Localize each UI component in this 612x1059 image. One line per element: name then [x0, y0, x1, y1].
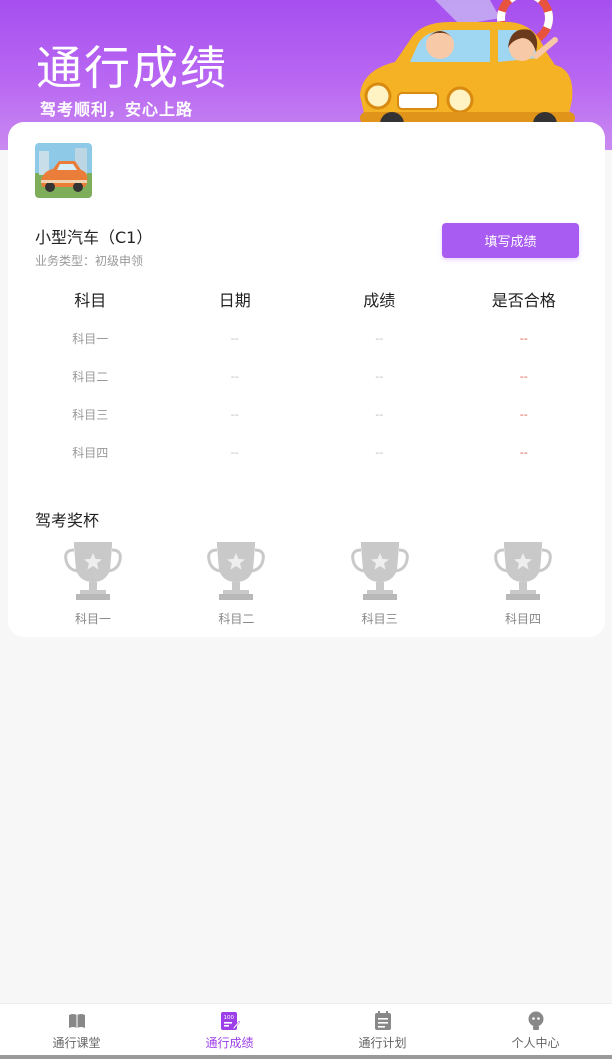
- column-header-date: 日期: [218, 291, 251, 310]
- tab-plan[interactable]: 通行计划: [306, 1004, 459, 1055]
- cell-subject: 科目二: [72, 370, 109, 384]
- plan-icon: [372, 1010, 394, 1032]
- business-type-label: 业务类型：初级申领: [35, 254, 144, 268]
- cell-subject: 科目四: [72, 446, 109, 460]
- trophy-label: 科目二: [218, 612, 255, 626]
- page-subtitle: 驾考顺利，安心上路: [40, 100, 194, 119]
- trophy-icon: [64, 542, 122, 600]
- score-icon: 100: [219, 1010, 241, 1032]
- fill-score-button[interactable]: 填写成绩: [442, 223, 579, 258]
- trophy-label: 科目四: [504, 612, 541, 626]
- trophy-icon: [350, 542, 409, 600]
- trophy-item: 科目二: [191, 540, 281, 627]
- tab-label: 通行成绩: [205, 1036, 254, 1050]
- table-row: 科目二 -- -- --: [18, 358, 596, 396]
- license-score-card: 小型汽车（C1） 业务类型：初级申领 填写成绩 科目 日期 成绩 是否合格 科目…: [8, 122, 605, 637]
- book-icon: [66, 1010, 88, 1032]
- cell-score: --: [375, 408, 384, 421]
- trophy-list: 科目一 科目二 科目三 科目四: [18, 540, 598, 627]
- trophy-label: 科目一: [74, 612, 111, 626]
- bottom-tab-bar: 通行课堂 100 通行成绩 通行计划 个人中心: [0, 1003, 612, 1055]
- cell-score: --: [375, 446, 384, 459]
- cell-date: --: [230, 332, 239, 345]
- tab-label: 个人中心: [511, 1036, 560, 1050]
- cell-date: --: [230, 446, 239, 459]
- cell-date: --: [230, 408, 239, 421]
- cell-pass: --: [519, 332, 528, 345]
- tab-scores[interactable]: 100 通行成绩: [153, 1004, 306, 1055]
- page-title: 通行成绩: [36, 41, 228, 95]
- cell-pass: --: [519, 446, 528, 459]
- tab-label: 通行计划: [358, 1036, 407, 1050]
- license-type-title: 小型汽车（C1）: [35, 228, 153, 247]
- score-table: 科目 日期 成绩 是否合格 科目一 -- -- -- 科目二 -- -- -- …: [18, 282, 596, 472]
- cell-pass: --: [519, 408, 528, 421]
- car-thumbnail-image: [35, 143, 92, 198]
- table-row: 科目三 -- -- --: [18, 396, 596, 434]
- cell-score: --: [375, 332, 384, 345]
- user-icon: [525, 1010, 547, 1032]
- trophy-item: 科目四: [478, 540, 568, 627]
- cell-score: --: [375, 370, 384, 383]
- trophy-label: 科目三: [361, 612, 398, 626]
- trophy-item: 科目三: [335, 540, 425, 627]
- trophy-icon: [207, 542, 266, 600]
- cartoon-car-illustration: [360, 0, 575, 130]
- column-header-score: 成绩: [363, 291, 396, 310]
- cell-subject: 科目一: [72, 332, 109, 346]
- cell-date: --: [230, 370, 239, 383]
- tab-profile[interactable]: 个人中心: [459, 1004, 612, 1055]
- tab-classroom[interactable]: 通行课堂: [0, 1004, 153, 1055]
- trophy-icon: [494, 542, 552, 600]
- table-row: 科目四 -- -- --: [18, 434, 596, 472]
- tab-label: 通行课堂: [52, 1036, 101, 1050]
- table-row: 科目一 -- -- --: [18, 320, 596, 358]
- trophy-section-title: 驾考奖杯: [35, 511, 100, 530]
- trophy-item: 科目一: [48, 540, 138, 627]
- table-header-row: 科目 日期 成绩 是否合格: [18, 282, 596, 320]
- cell-pass: --: [519, 370, 528, 383]
- column-header-subject: 科目: [74, 291, 107, 310]
- svg-text:100: 100: [223, 1015, 234, 1021]
- cell-subject: 科目三: [72, 408, 109, 422]
- column-header-pass: 是否合格: [491, 291, 556, 310]
- system-bottom-bar: [0, 1055, 612, 1059]
